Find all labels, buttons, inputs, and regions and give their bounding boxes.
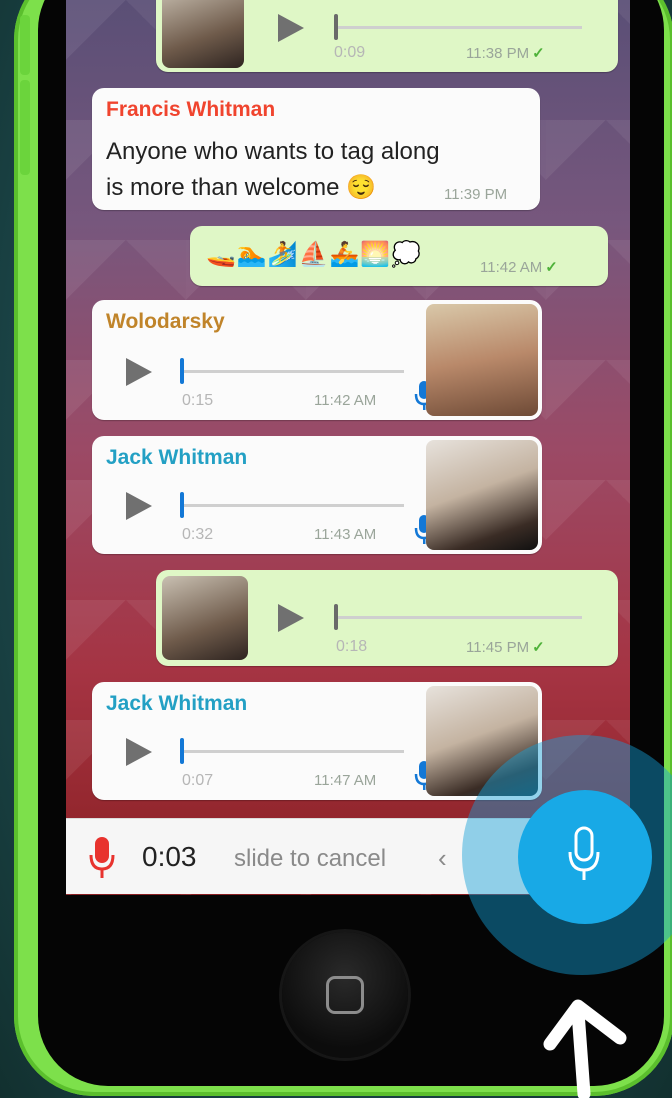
emoji-text: 🚤🏊🏄⛵🚣🌅💭: [206, 241, 423, 268]
voice-duration: 0:07: [182, 772, 214, 789]
home-square-icon: [326, 976, 364, 1014]
audio-progress-track[interactable]: [336, 616, 582, 619]
voice-duration: 0:32: [182, 526, 214, 543]
play-icon[interactable]: [126, 492, 152, 520]
arrow-up-icon: [543, 999, 627, 1098]
play-icon[interactable]: [278, 14, 304, 42]
message-text-line: is more than welcome 😌: [106, 174, 376, 201]
play-icon[interactable]: [126, 738, 152, 766]
message-time: 11:42 AM ✓: [480, 259, 558, 276]
play-icon[interactable]: [278, 604, 304, 632]
side-button: [20, 80, 30, 175]
audio-progress-track[interactable]: [182, 370, 404, 373]
message-text-line: Anyone who wants to tag along: [106, 138, 440, 165]
voice-message-incoming[interactable]: Wolodarsky 0:15 11:42 AM: [92, 300, 542, 420]
recording-timer: 0:03: [142, 841, 197, 872]
message-time: 11:42 AM: [314, 392, 377, 409]
emoji-message-outgoing[interactable]: 🚤🏊🏄⛵🚣🌅💭 11:42 AM ✓: [190, 226, 608, 286]
audio-progress-knob[interactable]: [180, 358, 184, 384]
voice-message-incoming[interactable]: Jack Whitman 0:07 11:47 AM: [92, 682, 542, 800]
message-time: 11:45 PM ✓: [466, 639, 545, 656]
home-button[interactable]: [282, 932, 408, 1058]
audio-progress-knob[interactable]: [334, 14, 338, 40]
audio-progress-knob[interactable]: [334, 604, 338, 630]
record-mic-button[interactable]: [518, 790, 652, 924]
message-time: 11:43 AM: [314, 526, 377, 543]
avatar: [162, 576, 248, 660]
side-button: [20, 15, 30, 75]
sender-name: Jack Whitman: [106, 446, 248, 469]
play-icon[interactable]: [126, 358, 152, 386]
avatar: [162, 0, 244, 68]
message-time: 11:39 PM: [444, 186, 508, 203]
message-time: 11:47 AM: [314, 772, 377, 789]
chevron-left-icon: ‹: [438, 843, 447, 873]
read-check-icon: ✓: [532, 45, 545, 62]
slide-to-cancel-label: slide to cancel: [234, 845, 387, 872]
sender-name: Wolodarsky: [106, 310, 225, 333]
recording-mic-icon: [89, 837, 115, 878]
voice-duration: 0:09: [334, 44, 366, 61]
audio-progress-knob[interactable]: [180, 738, 184, 764]
message-text: Anyone who wants to tag along is more th…: [106, 134, 440, 206]
read-check-icon: ✓: [545, 259, 558, 276]
audio-progress-knob[interactable]: [180, 492, 184, 518]
read-check-icon: ✓: [532, 639, 545, 656]
audio-progress-track[interactable]: [182, 504, 404, 507]
voice-message-outgoing[interactable]: 0:09 11:38 PM ✓: [156, 0, 618, 72]
voice-duration: 0:18: [336, 638, 368, 655]
sender-name: Francis Whitman: [106, 98, 276, 121]
message-time: 11:38 PM ✓: [466, 45, 545, 62]
text-message-incoming[interactable]: Francis Whitman Anyone who wants to tag …: [92, 88, 540, 210]
voice-message-outgoing[interactable]: 0:18 11:45 PM ✓: [156, 570, 618, 666]
voice-message-incoming[interactable]: Jack Whitman 0:32 11:43 AM: [92, 436, 542, 554]
microphone-icon: [568, 826, 600, 880]
voice-duration: 0:15: [182, 392, 214, 409]
audio-progress-track[interactable]: [336, 26, 582, 29]
audio-progress-track[interactable]: [182, 750, 404, 753]
sender-name: Jack Whitman: [106, 692, 248, 715]
avatar: [426, 440, 538, 550]
avatar: [426, 304, 538, 416]
